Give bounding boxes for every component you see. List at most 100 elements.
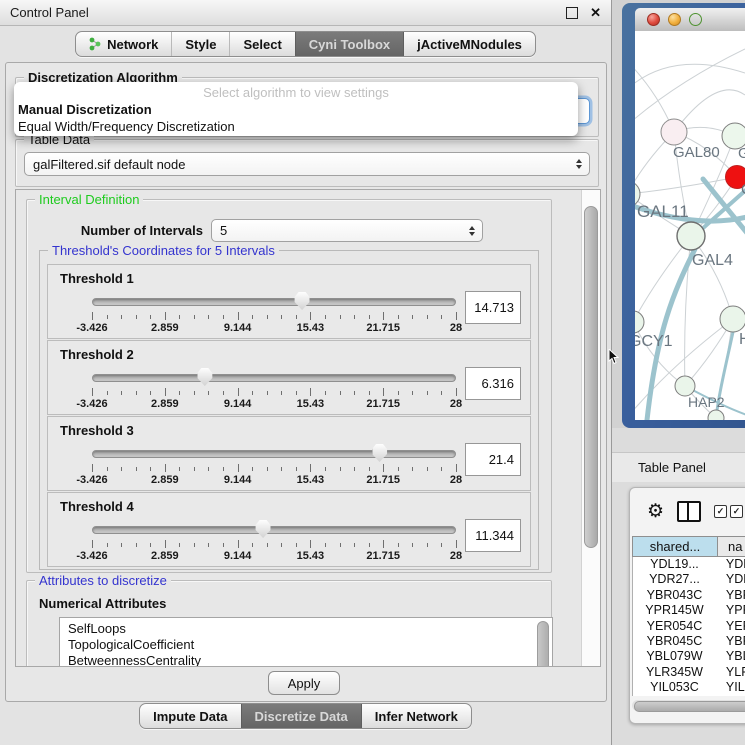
cell-shared-name[interactable]: YIL053C — [633, 680, 716, 695]
slider-track[interactable] — [92, 374, 456, 382]
table-row[interactable]: YLR345W YLR3 — [633, 665, 745, 680]
apply-button[interactable]: Apply — [268, 671, 340, 695]
cell-shared-name[interactable]: YBR043C — [633, 588, 716, 603]
node-gal4[interactable] — [677, 222, 705, 250]
close-traffic-light-icon[interactable] — [647, 13, 660, 26]
cell-shared-name[interactable]: YBL079W — [633, 649, 716, 664]
cell-shared-name[interactable]: YER054C — [633, 619, 716, 634]
threshold-value-input[interactable]: 6.316 — [465, 367, 521, 400]
split-columns-icon[interactable] — [677, 501, 701, 522]
cyni-toolbox-panel: Discretization Algorithm Table Data galF… — [5, 62, 607, 702]
table-row[interactable]: YBR043C YBR0 — [633, 588, 745, 603]
dropdown-option-manual-discretization[interactable]: Manual Discretization — [14, 101, 578, 118]
thresholds-coordinates-group: Threshold's Coordinates for 5 Intervals … — [39, 250, 539, 570]
cell-name[interactable]: YBR0 — [716, 634, 745, 649]
tab-cyni-toolbox[interactable]: Cyni Toolbox — [295, 32, 403, 56]
slider-tick-labels: -3.4262.8599.14415.4321.71528 — [92, 322, 456, 334]
numerical-attributes-label: Numerical Attributes — [39, 596, 166, 611]
threshold-slider[interactable]: -3.4262.8599.14415.4321.71528 — [92, 367, 456, 413]
table-data-combobox[interactable]: galFiltered.sif default node — [24, 152, 590, 176]
table-row[interactable]: YDL19... YDL1 — [633, 557, 745, 572]
threshold-slider[interactable]: -3.4262.8599.14415.4321.71528 — [92, 519, 456, 565]
scrollbar-thumb[interactable] — [584, 206, 598, 548]
cell-name[interactable]: YDR2 — [716, 572, 745, 587]
minimize-traffic-light-icon[interactable] — [668, 13, 681, 26]
slider-track[interactable] — [92, 298, 456, 306]
vertical-scrollbar[interactable] — [581, 190, 600, 666]
control-panel-titlebar: Control Panel ✕ — [0, 0, 611, 26]
threshold-panel: Threshold 3 -3.4262.8599.14415.4321.7152… — [47, 416, 531, 491]
threshold-slider[interactable]: -3.4262.8599.14415.4321.71528 — [92, 443, 456, 489]
cell-shared-name[interactable]: YDR27... — [633, 572, 716, 587]
table-row[interactable]: YBL079W YBL0 — [633, 649, 745, 664]
node-hap2[interactable] — [675, 376, 695, 396]
cell-name[interactable]: YDL1 — [716, 557, 745, 572]
threshold-slider[interactable]: -3.4262.8599.14415.4321.71528 — [92, 291, 456, 337]
node-gal80[interactable] — [661, 119, 687, 145]
node-bottom[interactable] — [708, 410, 724, 420]
threshold-value-input[interactable]: 11.344 — [465, 519, 521, 552]
tab-network[interactable]: Network — [76, 32, 171, 56]
slider-handle[interactable] — [295, 292, 310, 310]
close-icon[interactable]: ✕ — [590, 8, 601, 18]
scrollbar-thumb[interactable] — [634, 701, 745, 712]
table-row[interactable]: YPR145W YPR1 — [633, 603, 745, 618]
table-row[interactable]: YBR045C YBR0 — [633, 634, 745, 649]
stepper-icon — [576, 159, 582, 169]
cell-name[interactable]: YLR3 — [716, 665, 745, 680]
threshold-panel: Threshold 1 -3.4262.8599.14415.4321.7152… — [47, 264, 531, 339]
tab-select[interactable]: Select — [229, 32, 294, 56]
network-canvas[interactable]: GAL80 GA C GAL11 GAL4 GCY1 H HAP2 — [635, 31, 745, 420]
slider-ticks — [92, 312, 456, 320]
cell-shared-name[interactable]: YBR045C — [633, 634, 716, 649]
slider-track[interactable] — [92, 450, 456, 458]
cell-name[interactable]: YIL0 — [716, 680, 745, 695]
node-gcy1[interactable] — [635, 311, 644, 333]
tab-infer-network[interactable]: Infer Network — [361, 704, 471, 728]
cell-shared-name[interactable]: YPR145W — [633, 603, 716, 618]
cell-name[interactable]: YBL0 — [716, 649, 745, 664]
tab-style[interactable]: Style — [171, 32, 229, 56]
slider-track[interactable] — [92, 526, 456, 534]
cell-name[interactable]: YER0 — [716, 619, 745, 634]
tab-impute-data[interactable]: Impute Data — [140, 704, 240, 728]
slider-handle[interactable] — [372, 444, 387, 462]
cell-name[interactable]: YBR0 — [716, 588, 745, 603]
column-header-shared-name[interactable]: shared... — [632, 536, 718, 557]
cell-shared-name[interactable]: YDL19... — [633, 557, 716, 572]
table-panel-titlebar: Table Panel — [612, 452, 745, 482]
list-scrollbar[interactable] — [537, 621, 549, 667]
numerical-attributes-list[interactable]: SelfLoops TopologicalCoefficient Between… — [59, 617, 553, 667]
tab-jactivemnodules[interactable]: jActiveMNodules — [403, 32, 535, 56]
threshold-label: Threshold 4 — [60, 499, 134, 514]
list-item[interactable]: TopologicalCoefficient — [68, 637, 552, 653]
checkbox-icon[interactable]: ✓ — [730, 505, 743, 518]
network-graph: GAL80 GA C GAL11 GAL4 GCY1 H HAP2 — [635, 31, 745, 420]
slider-handle[interactable] — [197, 368, 212, 386]
slider-handle[interactable] — [256, 520, 271, 538]
horizontal-scrollbar[interactable] — [632, 700, 745, 711]
network-window-titlebar[interactable] — [635, 8, 745, 32]
cell-name[interactable]: YPR1 — [716, 603, 745, 618]
num-intervals-combobox[interactable]: 5 — [211, 219, 483, 242]
threshold-value-input[interactable]: 14.713 — [465, 291, 521, 324]
threshold-value-input[interactable]: 21.4 — [465, 443, 521, 476]
tick-label: 15.43 — [297, 550, 325, 562]
table-row[interactable]: YER054C YER0 — [633, 619, 745, 634]
float-window-icon[interactable] — [566, 7, 578, 19]
list-item[interactable]: SelfLoops — [68, 621, 552, 637]
table-row[interactable]: YDR27... YDR2 — [633, 572, 745, 587]
gear-icon[interactable]: ⚙ — [647, 502, 664, 521]
node-h[interactable] — [720, 306, 745, 332]
dropdown-option-equal-width-frequency[interactable]: Equal Width/Frequency Discretization — [14, 118, 578, 135]
zoom-traffic-light-icon[interactable] — [689, 13, 702, 26]
tick-label: 28 — [450, 474, 462, 486]
cell-shared-name[interactable]: YLR345W — [633, 665, 716, 680]
tab-discretize-data[interactable]: Discretize Data — [241, 704, 361, 728]
column-header-name[interactable]: na — [718, 536, 745, 557]
bottom-tabbar: Impute Data Discretize Data Infer Networ… — [0, 703, 611, 729]
table-row[interactable]: YIL053C YIL0 — [633, 680, 745, 695]
node-label-gcy1: GCY1 — [635, 333, 673, 350]
list-item[interactable]: BetweennessCentrality — [68, 653, 552, 667]
checkbox-icon[interactable]: ✓ — [714, 505, 727, 518]
